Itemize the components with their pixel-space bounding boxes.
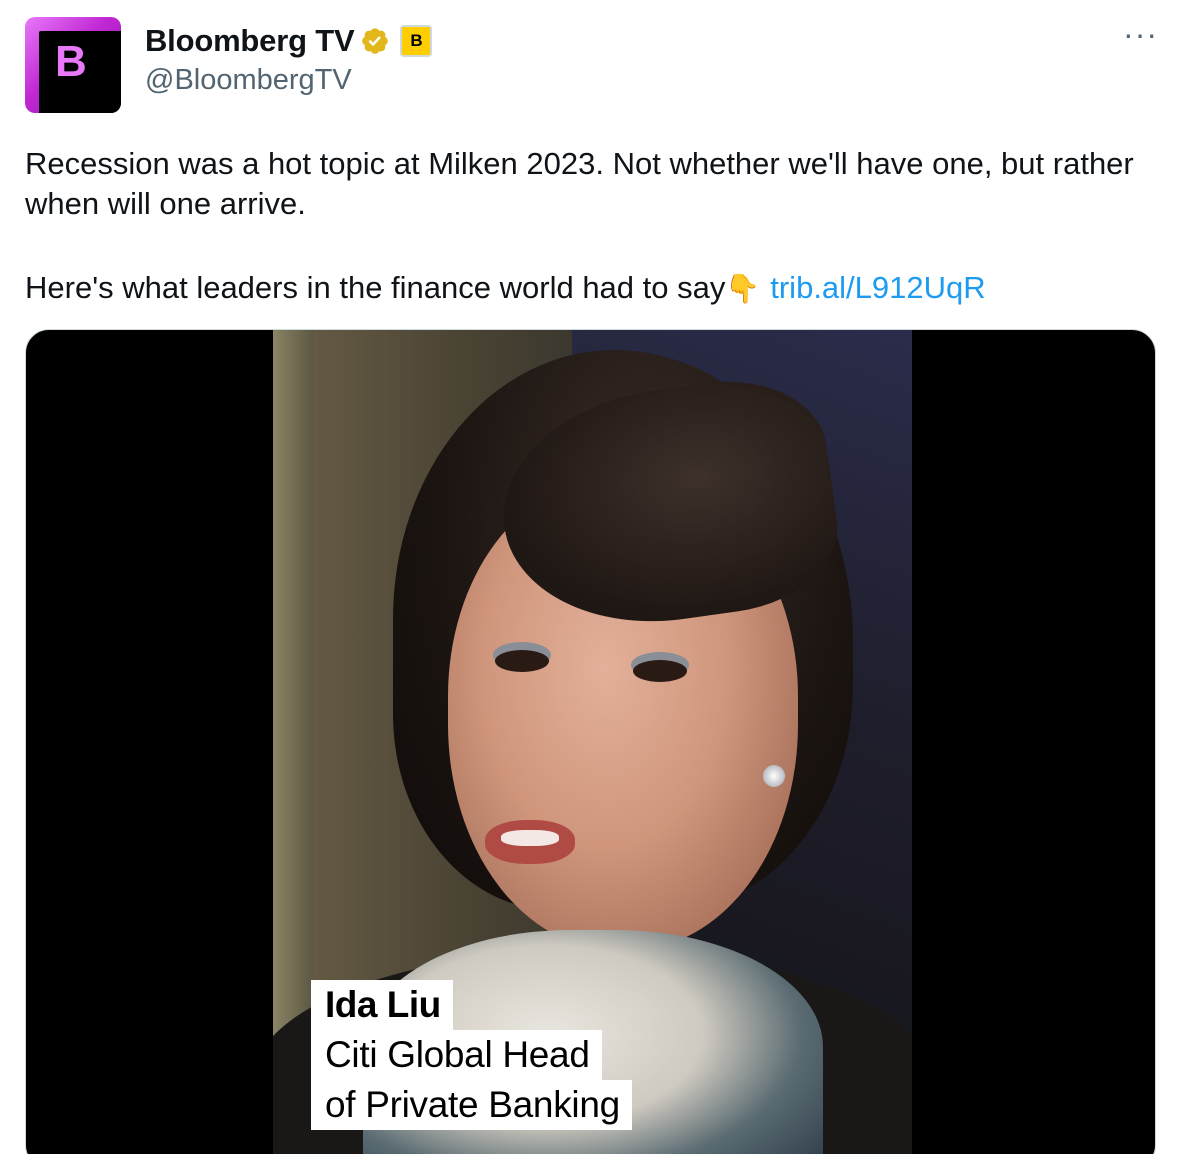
verified-badge-icon[interactable] xyxy=(360,26,390,56)
avatar-letter: B xyxy=(55,37,87,86)
caption-title-line-1: Citi Global Head xyxy=(311,1030,602,1080)
tweet-link[interactable]: trib.al/L912UqR xyxy=(770,270,985,305)
display-name[interactable]: Bloomberg TV xyxy=(145,23,355,59)
more-options-icon[interactable]: ··· xyxy=(1123,18,1158,50)
author-name-row: Bloomberg TV B xyxy=(145,22,433,60)
lower-third-caption: Ida Liu Citi Global Head of Private Bank… xyxy=(311,980,632,1130)
tweet-card: B Bloomberg TV B @BloombergTV ··· Recess… xyxy=(0,0,1182,1154)
avatar[interactable]: B xyxy=(25,17,121,113)
affiliate-badge-icon[interactable]: B xyxy=(400,25,433,57)
tweet-paragraph-2: Here's what leaders in the finance world… xyxy=(25,270,986,305)
backhand-index-down-emoji: 👇 xyxy=(725,273,761,304)
video-player[interactable]: Ida Liu Citi Global Head of Private Bank… xyxy=(25,329,1156,1154)
video-frame: Ida Liu Citi Global Head of Private Bank… xyxy=(273,330,912,1154)
author-handle[interactable]: @BloombergTV xyxy=(145,64,352,97)
tweet-text: Recession was a hot topic at Milken 2023… xyxy=(25,144,1155,309)
caption-name: Ida Liu xyxy=(311,980,453,1030)
caption-title-line-2: of Private Banking xyxy=(311,1080,632,1130)
tweet-paragraph-1: Recession was a hot topic at Milken 2023… xyxy=(25,146,1134,221)
